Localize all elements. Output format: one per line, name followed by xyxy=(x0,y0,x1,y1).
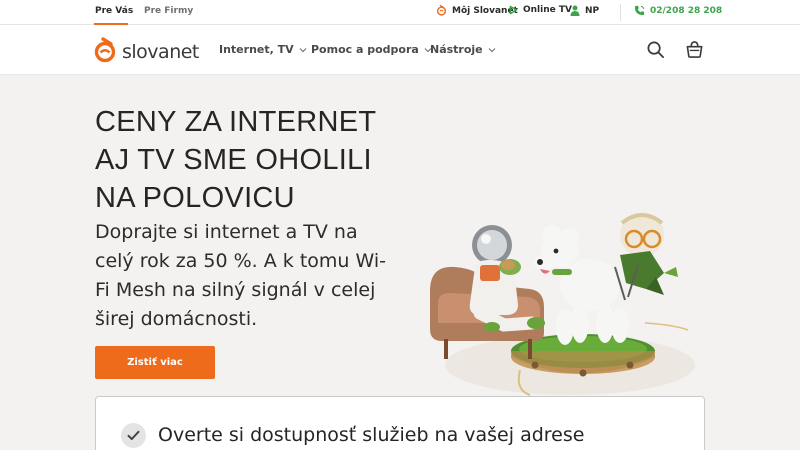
address-check-title: Overte si dostupnosť služieb na vašej ad… xyxy=(158,424,585,446)
hero-illustration xyxy=(430,213,695,396)
phone-number: 02/208 28 208 xyxy=(650,5,723,16)
chevron-down-icon xyxy=(488,43,496,56)
learn-more-button[interactable]: Zistiť viac xyxy=(95,346,215,379)
phone-icon xyxy=(634,5,645,16)
chevron-down-icon xyxy=(299,43,307,56)
hero-subtitle: Doprajte si internet a TV na celý rok za… xyxy=(95,218,395,334)
main-navigation: slovanet Internet, TV Pomoc a podpora Ná… xyxy=(0,25,800,75)
nav-pomoc-label: Pomoc a podpora xyxy=(311,43,419,56)
hero-subtitle-line: širej domácnosti. xyxy=(95,308,258,330)
shopping-bag-icon[interactable] xyxy=(685,40,704,63)
hero-subtitle-line: Fi Mesh na silný signál v celej xyxy=(95,279,376,301)
slovanet-logo[interactable]: slovanet xyxy=(94,37,199,67)
link-online-tv[interactable]: Online TV xyxy=(509,5,572,15)
nav-nastroje-label: Nástroje xyxy=(430,43,483,56)
nav-internet-tv[interactable]: Internet, TV xyxy=(219,43,307,56)
hero-title-line: CENY ZA INTERNET xyxy=(95,106,377,138)
divider xyxy=(620,4,621,21)
slovanet-logo-icon xyxy=(94,37,118,67)
hero-title: CENY ZA INTERNET AJ TV SME OHOLILI NA PO… xyxy=(95,103,415,217)
hero-subtitle-line: celý rok za 50 %. A k tomu Wi- xyxy=(95,250,387,272)
phone-link[interactable]: 02/208 28 208 xyxy=(634,5,722,16)
user-icon xyxy=(570,5,580,16)
checkmark-icon xyxy=(121,423,146,448)
online-tv-label: Online TV xyxy=(523,5,572,15)
nav-pomoc-a-podpora[interactable]: Pomoc a podpora xyxy=(311,43,432,56)
search-icon[interactable] xyxy=(646,40,665,63)
play-icon xyxy=(509,5,518,15)
moj-slovanet-label: Môj Slovanet xyxy=(452,5,518,16)
top-utility-bar: Pre Vás Pre Firmy Môj Slovanet Online TV… xyxy=(0,0,800,25)
logo-text: slovanet xyxy=(122,41,199,63)
nav-internet-tv-label: Internet, TV xyxy=(219,43,294,56)
link-user-account[interactable]: NP xyxy=(570,5,599,16)
address-check-card[interactable]: Overte si dostupnosť služieb na vašej ad… xyxy=(95,396,705,450)
hero-title-line: NA POLOVICU xyxy=(95,182,295,214)
slovanet-logo-icon xyxy=(436,5,447,16)
nav-nastroje[interactable]: Nástroje xyxy=(430,43,496,56)
link-moj-slovanet[interactable]: Môj Slovanet xyxy=(436,5,518,16)
user-initials: NP xyxy=(585,5,600,16)
hero-subtitle-line: Doprajte si internet a TV na xyxy=(95,221,358,243)
hero-title-line: AJ TV SME OHOLILI xyxy=(95,144,372,176)
segment-pre-firmy[interactable]: Pre Firmy xyxy=(144,6,193,16)
segment-pre-vas[interactable]: Pre Vás xyxy=(95,6,133,16)
